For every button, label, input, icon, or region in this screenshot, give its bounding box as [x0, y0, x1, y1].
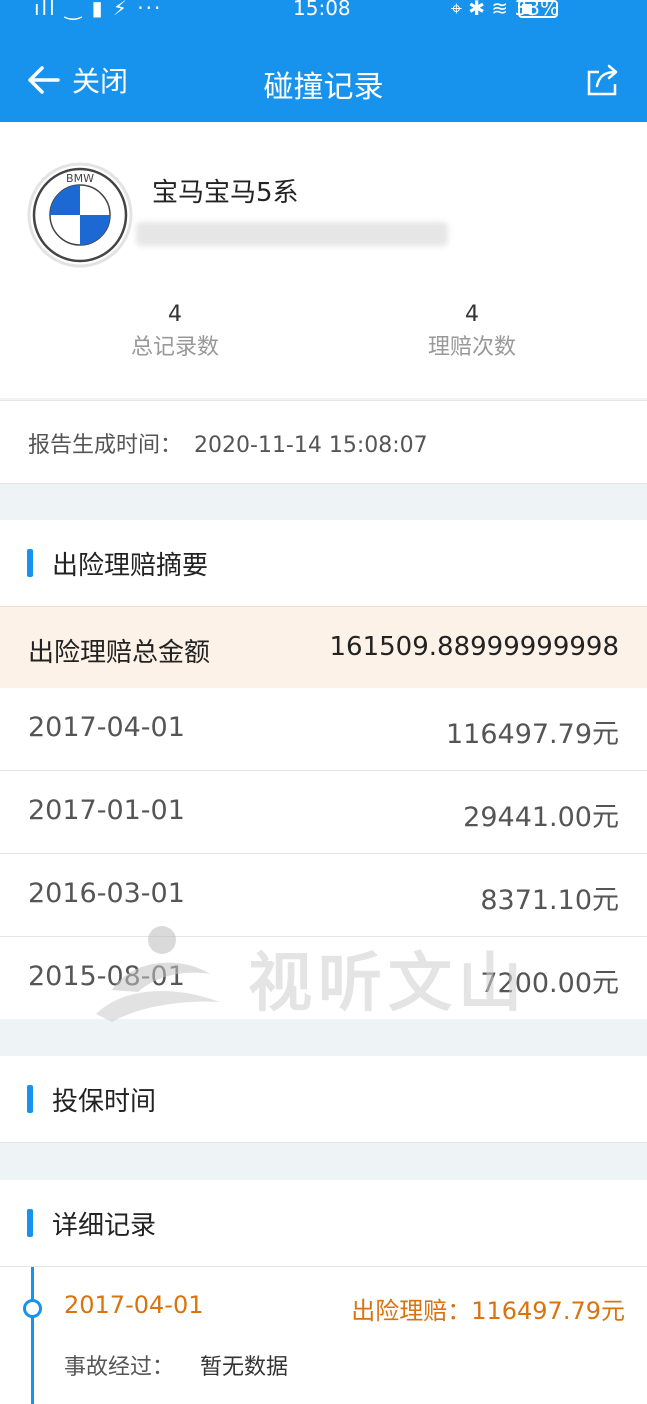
car-name: 宝马宝马5系	[152, 178, 299, 208]
report-time-label: 报告生成时间：	[28, 433, 183, 458]
bmw-logo-icon: BMW	[27, 162, 133, 268]
section-title: 投保时间	[52, 1087, 157, 1117]
detail-date: 2017-04-01	[64, 1291, 204, 1319]
section-title: 出险理赔摘要	[52, 551, 209, 581]
stat-value: 4	[168, 302, 182, 327]
battery-icon	[518, 0, 558, 18]
total-claim-row: 出险理赔总金额 161509.88999999998	[0, 606, 647, 689]
claim-row: 2017-01-01 29441.00元	[0, 771, 647, 854]
status-icons-left: ıll ‿ ▮ ⚡ ···	[34, 0, 163, 20]
claim-row: 2016-03-01 8371.10元	[0, 854, 647, 937]
status-bar: ıll ‿ ▮ ⚡ ··· 15:08 ⌖ ✱ ≋ 33%	[0, 0, 647, 24]
share-icon[interactable]	[585, 62, 621, 98]
section-detail-records: 详细记录	[0, 1180, 647, 1267]
claim-date: 2015-08-01	[28, 961, 185, 992]
claim-list: 2017-04-01 116497.79元 2017-01-01 29441.0…	[0, 688, 647, 1019]
section-claims-summary: 出险理赔摘要	[0, 520, 647, 606]
blurred-vin	[136, 222, 448, 246]
report-time-card: 报告生成时间： 2020-11-14 15:08:07	[0, 400, 647, 484]
stat-label: 总记录数	[130, 335, 219, 360]
report-time: 报告生成时间： 2020-11-14 15:08:07	[28, 427, 428, 459]
claim-date: 2017-04-01	[28, 712, 185, 743]
stat-label: 理赔次数	[427, 335, 516, 360]
claim-date: 2017-01-01	[28, 795, 185, 826]
page-title: 碰撞记录	[263, 70, 384, 105]
claim-date: 2016-03-01	[28, 878, 185, 909]
stat-value: 4	[465, 302, 479, 327]
section-title: 详细记录	[52, 1211, 157, 1241]
claim-row: 2017-04-01 116497.79元	[0, 688, 647, 771]
accident-label: 事故经过：	[64, 1355, 175, 1380]
section-insure-time[interactable]: 投保时间	[0, 1056, 647, 1143]
detail-record-item[interactable]: 2017-04-01 出险理赔：116497.79元 事故经过： 暂无数据	[0, 1267, 647, 1404]
claim-row: 2015-08-01 7200.00元	[0, 937, 647, 1019]
claim-amount: 8371.10元	[480, 885, 619, 916]
status-time: 15:08	[293, 0, 351, 20]
section-marker	[27, 1085, 33, 1113]
claim-amount: 116497.79元	[445, 719, 619, 750]
total-claim-label: 出险理赔总金额	[28, 638, 211, 668]
report-time-value: 2020-11-14 15:08:07	[194, 433, 428, 458]
logo-text: BMW	[66, 172, 94, 185]
claim-amount: 7200.00元	[480, 968, 619, 999]
section-marker	[27, 1209, 33, 1237]
stat-claim-count: 4 理赔次数	[372, 302, 572, 361]
detail-accident: 事故经过： 暂无数据	[64, 1349, 288, 1381]
section-marker	[27, 549, 33, 577]
claim-amount: 29441.00元	[463, 802, 619, 833]
total-claim-value: 161509.88999999998	[329, 632, 619, 662]
stat-total-records: 4 总记录数	[75, 302, 275, 361]
car-info-card: BMW 宝马宝马5系 4 总记录数 4 理赔次数	[0, 122, 647, 398]
timeline-dot-icon	[23, 1299, 42, 1318]
accident-value: 暂无数据	[200, 1355, 289, 1380]
detail-claim-amount: 出险理赔：116497.79元	[351, 1297, 625, 1325]
nav-bar: 关闭 碰撞记录	[0, 24, 647, 122]
timeline-line	[31, 1267, 34, 1404]
